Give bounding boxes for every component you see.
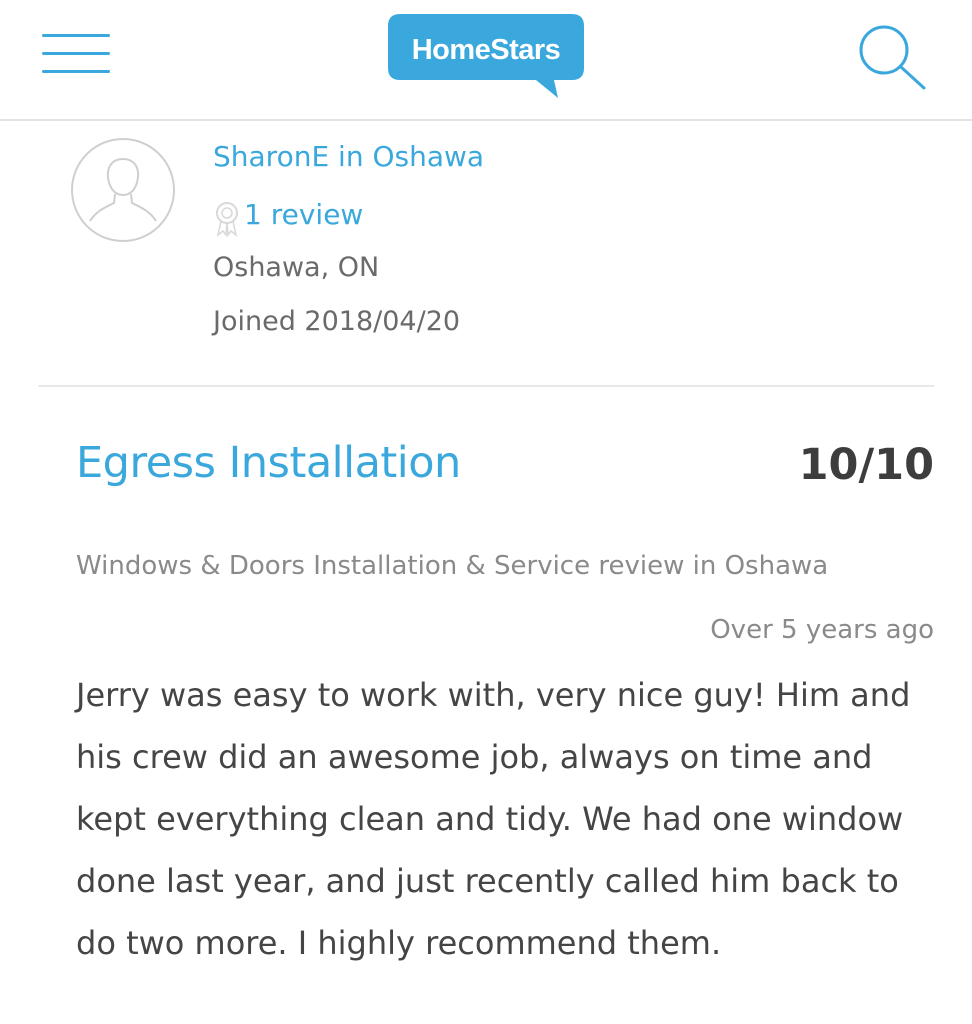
review-category: Windows & Doors Installation & Service r… bbox=[76, 551, 829, 581]
menu-line bbox=[42, 70, 110, 73]
menu-line bbox=[42, 52, 110, 55]
reviewer-joined-date: Joined 2018/04/20 bbox=[213, 306, 461, 337]
review-count-label: 1 review bbox=[244, 198, 364, 231]
top-nav-bar: HomeStars bbox=[0, 0, 972, 121]
search-icon[interactable] bbox=[856, 22, 932, 92]
reviewer-name-link[interactable]: SharonE in Oshawa bbox=[213, 140, 484, 173]
reviewer-location: Oshawa, ON bbox=[213, 252, 380, 283]
review-body-text: Jerry was easy to work with, very nice g… bbox=[76, 676, 911, 962]
section-divider bbox=[38, 385, 934, 387]
award-ribbon-icon bbox=[213, 201, 241, 238]
logo-text: HomeStars bbox=[411, 34, 561, 66]
review-score: 10/10 bbox=[798, 440, 934, 490]
hamburger-menu-icon[interactable] bbox=[42, 34, 110, 76]
homestars-logo[interactable]: HomeStars bbox=[386, 12, 586, 98]
review-title-link[interactable]: Egress Installation bbox=[76, 438, 461, 488]
menu-line bbox=[42, 34, 110, 37]
user-silhouette-icon[interactable] bbox=[70, 137, 176, 243]
review-timestamp: Over 5 years ago bbox=[710, 615, 934, 645]
